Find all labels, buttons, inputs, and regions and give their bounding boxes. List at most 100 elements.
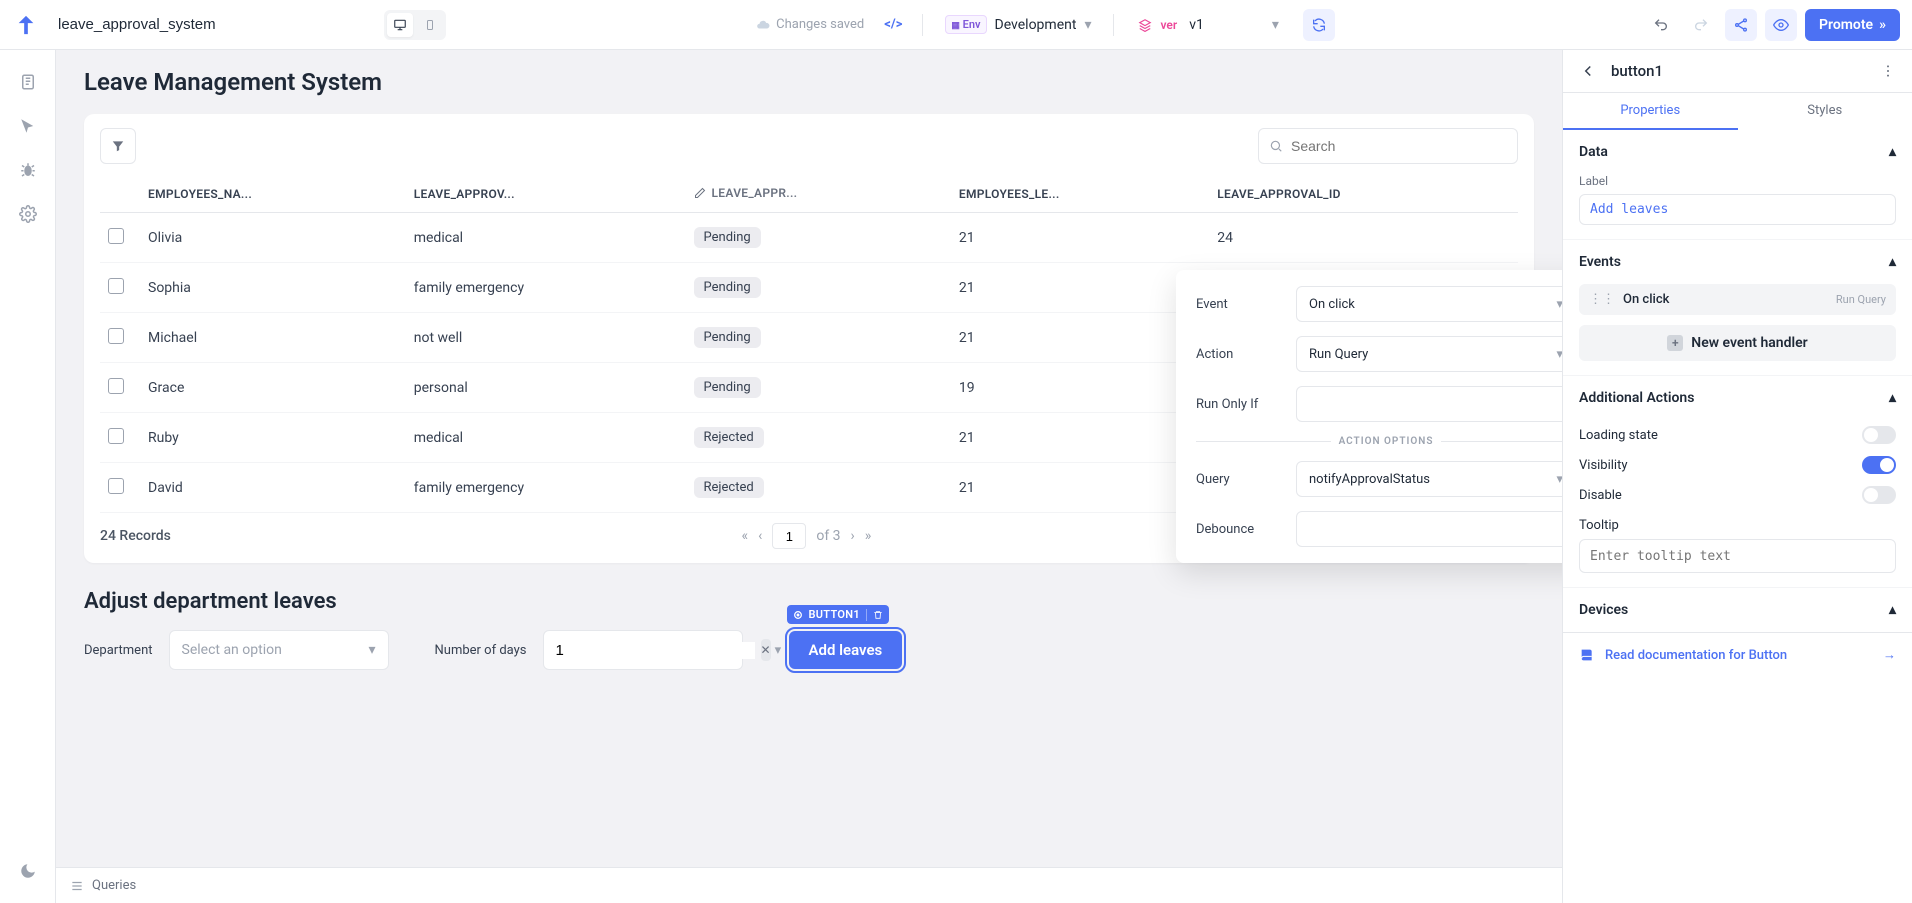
mobile-toggle[interactable] [417, 13, 443, 37]
row-checkbox[interactable] [108, 378, 124, 394]
adjust-row: Department Select an option ▾ Number of … [84, 630, 1534, 670]
cell-days: 21 [951, 263, 1209, 313]
queries-panel-header[interactable]: Queries [56, 867, 1562, 903]
ep-runonly-input[interactable] [1296, 386, 1562, 422]
tooltip-input[interactable] [1579, 539, 1896, 573]
drag-handle-icon[interactable]: ⋮⋮ [1589, 292, 1615, 307]
plus-icon: + [1667, 335, 1683, 351]
cloud-icon [756, 18, 770, 32]
trash-icon[interactable] [873, 610, 883, 620]
numdays-input[interactable] [556, 642, 755, 659]
inspector-events-section: Events ▴ ⋮⋮ On click Run Query + New eve… [1563, 240, 1912, 376]
page-title: Leave Management System [84, 68, 1534, 96]
inspector-more-button[interactable] [1880, 63, 1896, 79]
page-last-button[interactable]: » [865, 528, 872, 544]
redo-button[interactable] [1685, 9, 1717, 41]
row-checkbox[interactable] [108, 328, 124, 344]
ep-debounce-input[interactable] [1296, 511, 1562, 547]
col-employees-le[interactable]: EMPLOYEES_LE... [951, 176, 1209, 213]
chevron-down-icon: ▾ [1556, 472, 1562, 487]
documentation-link[interactable]: Read documentation for Button → [1563, 632, 1912, 677]
rail-inspect[interactable] [8, 106, 48, 146]
ep-query-label: Query [1196, 472, 1282, 487]
ver-value: v1 [1189, 17, 1204, 33]
row-checkbox[interactable] [108, 428, 124, 444]
device-preview-toggles [384, 10, 446, 40]
collapse-icon[interactable]: ▴ [1889, 254, 1896, 270]
visibility-switch[interactable] [1862, 456, 1896, 474]
cell-name: Ruby [140, 413, 406, 463]
filter-button[interactable] [100, 128, 136, 164]
collapse-icon[interactable]: ▴ [1889, 390, 1896, 406]
cell-days: 21 [951, 463, 1209, 513]
env-selector[interactable]: ▦ Env Development ▾ [937, 11, 1099, 38]
table-search[interactable] [1258, 128, 1518, 164]
col-employees-name[interactable]: EMPLOYEES_NA... [140, 176, 406, 213]
row-checkbox[interactable] [108, 478, 124, 494]
code-toggle[interactable]: </> [878, 13, 908, 36]
new-event-handler-button[interactable]: + New event handler [1579, 325, 1896, 361]
preview-button[interactable] [1765, 9, 1797, 41]
col-leave-approv[interactable]: LEAVE_APPROV... [406, 176, 686, 213]
event-handler-action: Run Query [1836, 293, 1886, 306]
tooltip-label: Tooltip [1579, 518, 1896, 533]
department-select[interactable]: Select an option ▾ [169, 630, 389, 670]
arrow-right-icon: → [1883, 647, 1896, 663]
devices-section-title: Devices [1579, 602, 1628, 618]
cell-name: David [140, 463, 406, 513]
col-leave-approval-id[interactable]: LEAVE_APPROVAL_ID [1209, 176, 1518, 213]
add-leaves-button[interactable]: Add leaves [789, 631, 903, 669]
selected-component-frame: BUTTON1 Add leaves [789, 631, 903, 669]
event-handler-row[interactable]: ⋮⋮ On click Run Query [1579, 284, 1896, 315]
collapse-icon[interactable]: ▴ [1889, 144, 1896, 160]
records-count: 24 Records [100, 528, 171, 544]
page-input[interactable] [772, 523, 806, 549]
table-row[interactable]: Olivia medical Pending 21 24 [100, 213, 1518, 263]
inspector-back-button[interactable] [1579, 62, 1597, 80]
app-name-input[interactable] [52, 12, 312, 37]
cell-name: Olivia [140, 213, 406, 263]
row-checkbox[interactable] [108, 278, 124, 294]
rail-debug[interactable] [8, 150, 48, 190]
page-next-button[interactable]: › [851, 528, 855, 544]
tab-properties[interactable]: Properties [1563, 93, 1738, 130]
loading-state-label: Loading state [1579, 428, 1658, 443]
env-value: Development [995, 17, 1077, 33]
ep-query-select[interactable]: notifyApprovalStatus ▾ [1296, 461, 1562, 497]
inspector-devices-section: Devices ▴ [1563, 588, 1912, 632]
label-value-input[interactable]: Add leaves [1579, 194, 1896, 225]
event-config-popover: Event On click ▾ Action Run Query ▾ Run … [1176, 270, 1562, 563]
pencil-icon [694, 187, 706, 199]
disable-switch[interactable] [1862, 486, 1896, 504]
ep-action-select[interactable]: Run Query ▾ [1296, 336, 1562, 372]
ep-event-select[interactable]: On click ▾ [1296, 286, 1562, 322]
inspector-data-section: Data ▴ Label Add leaves [1563, 130, 1912, 240]
save-status: Changes saved [756, 17, 864, 32]
version-selector[interactable]: ver v1 ▾ [1128, 13, 1288, 37]
col-leave-appr-status[interactable]: LEAVE_APPR... [686, 176, 951, 213]
loading-state-switch[interactable] [1862, 426, 1896, 444]
cell-days: 21 [951, 413, 1209, 463]
status-badge: Rejected [694, 477, 764, 498]
rail-settings[interactable] [8, 194, 48, 234]
table-search-input[interactable] [1291, 138, 1507, 154]
cell-reason: medical [406, 413, 686, 463]
row-checkbox[interactable] [108, 228, 124, 244]
target-icon [793, 610, 803, 620]
desktop-toggle[interactable] [387, 13, 413, 37]
tab-styles[interactable]: Styles [1738, 93, 1912, 130]
numdays-clear-button[interactable]: ✕ [761, 639, 771, 661]
promote-button[interactable]: Promote » [1805, 9, 1900, 41]
cell-days: 19 [951, 363, 1209, 413]
share-button[interactable] [1725, 9, 1757, 41]
theme-toggle[interactable] [8, 851, 48, 891]
undo-button[interactable] [1645, 9, 1677, 41]
rail-pages[interactable] [8, 62, 48, 102]
refresh-button[interactable] [1303, 9, 1335, 41]
page-first-button[interactable]: « [742, 528, 749, 544]
divider [922, 14, 923, 36]
status-badge: Pending [694, 227, 761, 248]
page-prev-button[interactable]: ‹ [758, 528, 762, 544]
collapse-icon[interactable]: ▴ [1889, 602, 1896, 618]
chevron-down-icon: ▾ [1556, 347, 1562, 362]
